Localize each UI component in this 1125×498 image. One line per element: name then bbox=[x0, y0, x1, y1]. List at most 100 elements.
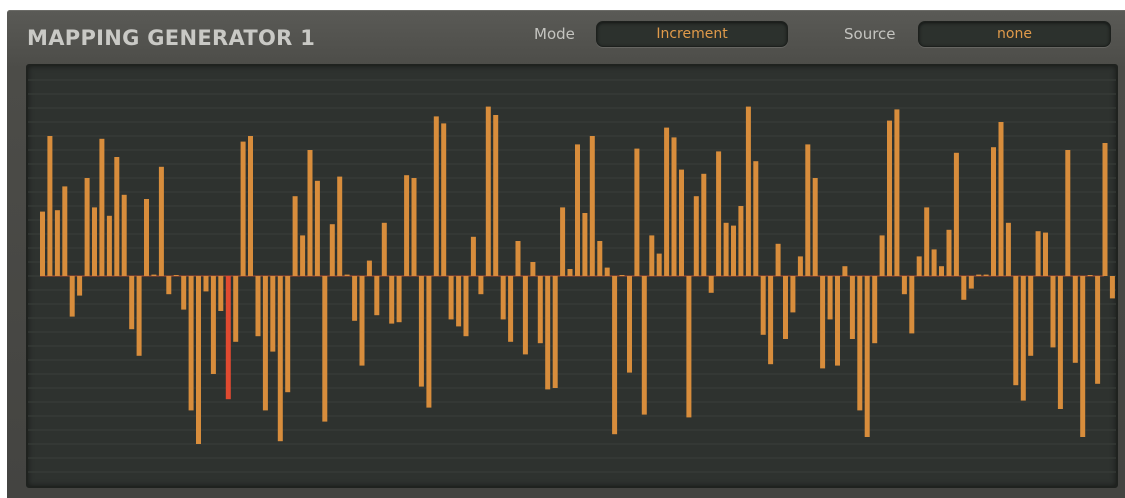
step-bar[interactable] bbox=[188, 276, 194, 411]
step-bar[interactable] bbox=[753, 161, 759, 276]
step-bar[interactable] bbox=[864, 276, 870, 437]
step-bar[interactable] bbox=[1109, 276, 1115, 299]
step-bar[interactable] bbox=[835, 276, 840, 366]
source-selector[interactable]: none bbox=[918, 21, 1111, 47]
step-bar[interactable] bbox=[62, 186, 68, 276]
step-bar[interactable] bbox=[426, 276, 432, 408]
step-bar[interactable] bbox=[478, 276, 484, 295]
step-bar[interactable] bbox=[418, 276, 424, 387]
step-bar[interactable] bbox=[40, 211, 45, 276]
step-bar[interactable] bbox=[248, 136, 253, 276]
step-bar[interactable] bbox=[411, 178, 417, 276]
step-bar[interactable] bbox=[671, 137, 677, 276]
step-bar[interactable] bbox=[166, 276, 172, 295]
step-bar[interactable] bbox=[612, 276, 618, 435]
step-bar[interactable] bbox=[433, 116, 439, 277]
step-bar[interactable] bbox=[210, 276, 216, 374]
step-bar[interactable] bbox=[723, 222, 729, 276]
step-bar[interactable] bbox=[129, 276, 135, 330]
step-bar[interactable] bbox=[560, 207, 566, 276]
step-bar[interactable] bbox=[277, 276, 283, 442]
step-bar[interactable] bbox=[470, 236, 476, 276]
step-bar[interactable] bbox=[1035, 231, 1041, 276]
step-bar[interactable] bbox=[1050, 276, 1056, 348]
step-bar[interactable] bbox=[790, 276, 796, 313]
step-bar[interactable] bbox=[641, 276, 647, 415]
step-bar[interactable] bbox=[84, 178, 90, 276]
step-bar[interactable] bbox=[307, 150, 313, 276]
step-bar[interactable] bbox=[181, 276, 187, 310]
step-bar[interactable] bbox=[634, 148, 640, 276]
step-bar[interactable] bbox=[627, 276, 632, 373]
step-bar[interactable] bbox=[567, 269, 573, 276]
mode-selector[interactable]: Increment bbox=[596, 21, 788, 47]
step-bar[interactable] bbox=[144, 199, 149, 276]
step-bar[interactable] bbox=[366, 260, 372, 276]
step-bar[interactable] bbox=[768, 276, 774, 365]
mapping-display[interactable] bbox=[26, 64, 1118, 488]
step-bar[interactable] bbox=[760, 276, 766, 335]
step-bar[interactable] bbox=[448, 276, 454, 320]
step-bar[interactable] bbox=[716, 151, 722, 276]
step-bar[interactable] bbox=[664, 127, 670, 276]
step-bar[interactable] bbox=[404, 175, 410, 276]
step-bar[interactable] bbox=[745, 106, 751, 276]
step-bar[interactable] bbox=[515, 241, 521, 276]
step-bar[interactable] bbox=[656, 253, 662, 276]
step-bar[interactable] bbox=[708, 276, 714, 293]
step-bar[interactable] bbox=[924, 207, 930, 276]
step-bar[interactable] bbox=[552, 276, 558, 388]
step-bar[interactable] bbox=[359, 276, 365, 366]
step-bar[interactable] bbox=[842, 266, 848, 276]
step-bar[interactable] bbox=[322, 276, 328, 422]
step-bar[interactable] bbox=[961, 276, 967, 300]
step-bar[interactable] bbox=[1072, 276, 1078, 363]
step-bar[interactable] bbox=[1080, 276, 1086, 437]
step-bar[interactable] bbox=[983, 274, 989, 276]
step-bar[interactable] bbox=[953, 152, 959, 276]
step-bar[interactable] bbox=[1102, 143, 1108, 276]
step-bar[interactable] bbox=[1013, 276, 1019, 386]
step-bar[interactable] bbox=[106, 215, 112, 276]
step-bar[interactable] bbox=[203, 276, 209, 292]
step-bar[interactable] bbox=[879, 235, 885, 276]
step-bar[interactable] bbox=[292, 196, 298, 276]
step-bar[interactable] bbox=[300, 235, 306, 276]
step-bar[interactable] bbox=[381, 222, 387, 276]
step-bar[interactable] bbox=[738, 206, 744, 276]
step-bar[interactable] bbox=[441, 123, 447, 277]
step-bar[interactable] bbox=[530, 262, 536, 276]
step-bar[interactable] bbox=[463, 276, 469, 337]
step-bar[interactable] bbox=[1020, 276, 1026, 401]
step-bar[interactable] bbox=[240, 141, 246, 276]
step-bar[interactable] bbox=[285, 276, 291, 393]
step-bar[interactable] bbox=[344, 274, 350, 276]
step-bar[interactable] bbox=[151, 274, 157, 276]
step-bar[interactable] bbox=[693, 196, 699, 276]
step-bar[interactable] bbox=[500, 276, 506, 320]
step-bar[interactable] bbox=[374, 276, 380, 316]
step-bar[interactable] bbox=[1005, 222, 1011, 276]
step-bar[interactable] bbox=[262, 276, 268, 411]
step-bar[interactable] bbox=[604, 267, 610, 276]
step-bar[interactable] bbox=[314, 180, 320, 276]
step-bar[interactable] bbox=[69, 276, 75, 317]
step-bar[interactable] bbox=[976, 274, 982, 276]
step-bar[interactable] bbox=[582, 213, 588, 276]
step-bar[interactable] bbox=[872, 276, 878, 344]
step-bar[interactable] bbox=[775, 243, 781, 276]
step-bar[interactable] bbox=[1028, 276, 1034, 356]
step-bar[interactable] bbox=[968, 276, 974, 289]
step-bar[interactable] bbox=[218, 276, 224, 311]
step-bar[interactable] bbox=[196, 276, 201, 444]
step-bar[interactable] bbox=[887, 120, 892, 276]
step-bar[interactable] bbox=[701, 173, 707, 276]
step-bar[interactable] bbox=[812, 178, 818, 276]
step-bar[interactable] bbox=[894, 109, 900, 277]
step-bar[interactable] bbox=[233, 276, 239, 342]
step-bar[interactable] bbox=[1057, 276, 1063, 409]
step-bar[interactable] bbox=[619, 275, 625, 276]
step-bar[interactable] bbox=[522, 276, 528, 355]
step-bar[interactable] bbox=[136, 276, 142, 356]
step-bar[interactable] bbox=[54, 210, 60, 276]
